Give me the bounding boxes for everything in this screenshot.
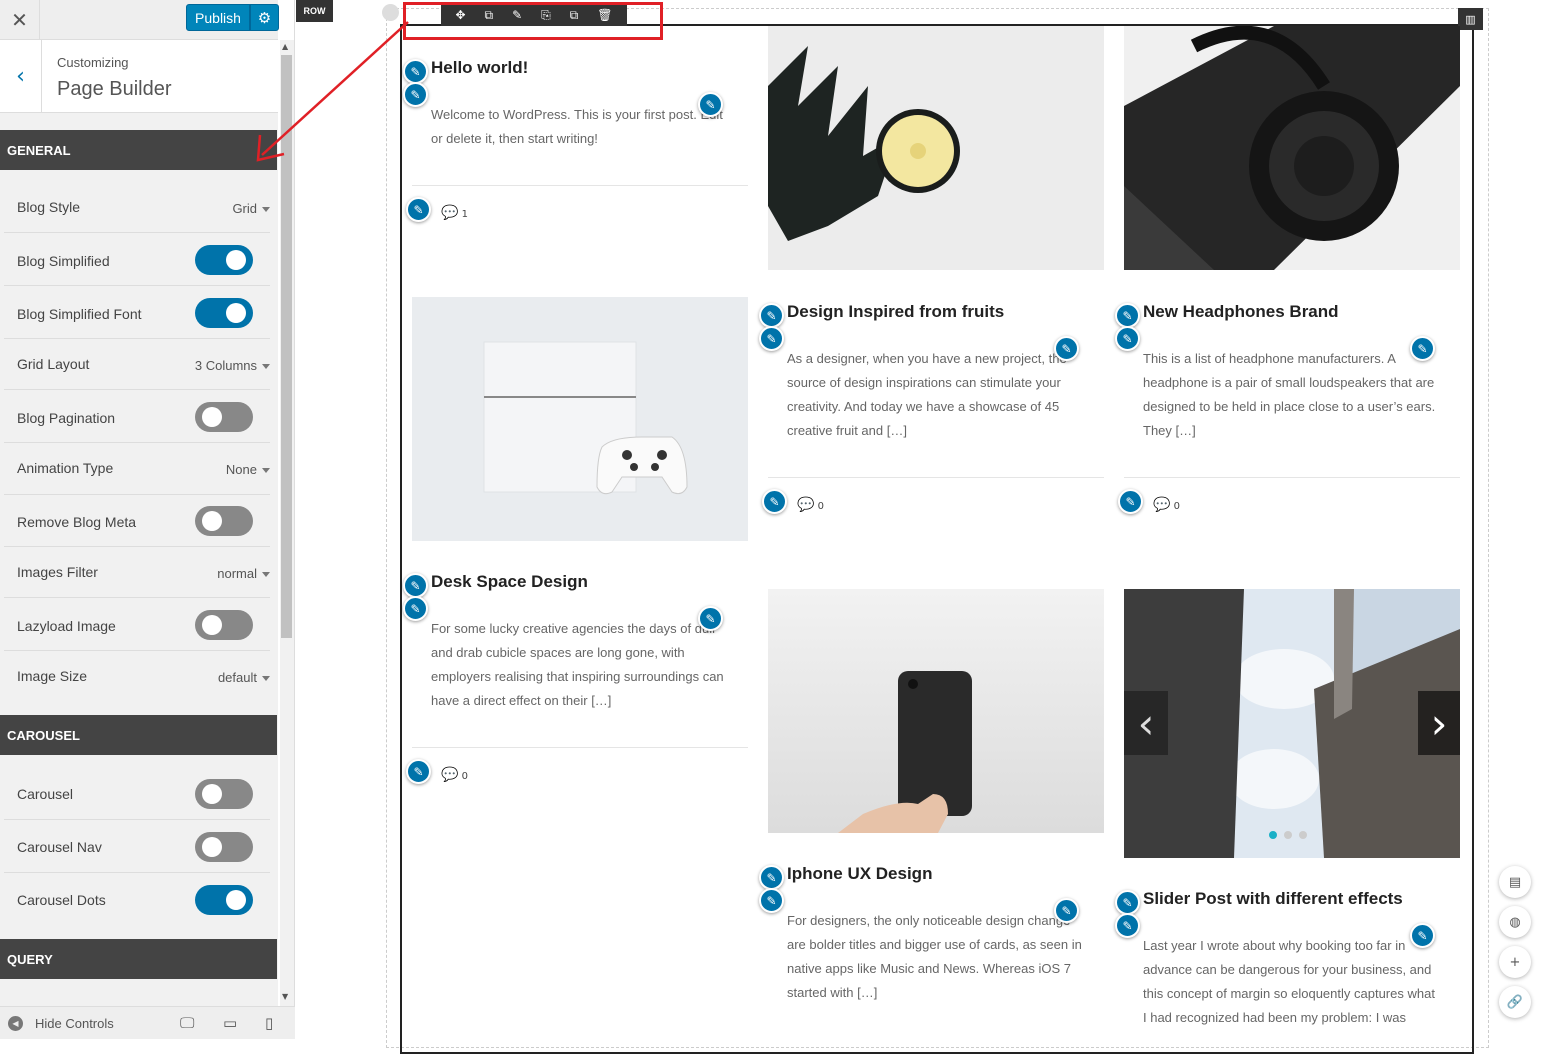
edit-excerpt-icon[interactable]: ✎: [1115, 913, 1140, 938]
add-icon[interactable]: +: [1499, 946, 1531, 978]
slider-dot-active[interactable]: [1269, 831, 1277, 839]
post-excerpt: Welcome to WordPress. This is your first…: [431, 107, 723, 146]
edit-title-icon[interactable]: ✎: [759, 303, 784, 328]
divider: [412, 185, 748, 186]
edit-meta-icon[interactable]: ✎: [762, 489, 787, 514]
slider-dot[interactable]: [1284, 831, 1292, 839]
edit-title-icon[interactable]: ✎: [403, 573, 428, 598]
edit-text-icon[interactable]: ✎: [1054, 336, 1079, 361]
post-thumbnail-headphones[interactable]: [1124, 26, 1460, 270]
post-title[interactable]: Iphone UX Design: [787, 864, 932, 884]
edit-title-icon[interactable]: ✎: [759, 865, 784, 890]
comment-icon: 💬: [441, 767, 459, 783]
divider: [1124, 477, 1460, 478]
comment-icon: 💬: [797, 497, 815, 513]
edit-meta-icon[interactable]: ✎: [406, 197, 431, 222]
edit-text-icon[interactable]: ✎: [1410, 923, 1435, 948]
globe-icon[interactable]: ◍: [1499, 906, 1531, 938]
slider-prev-icon[interactable]: ‹: [1124, 691, 1168, 755]
comment-count[interactable]: 💬 1: [441, 205, 468, 221]
post-excerpt: Last year I wrote about why booking too …: [1143, 938, 1435, 1025]
comment-count[interactable]: 💬 0: [797, 497, 824, 513]
divider: [412, 747, 748, 748]
edit-title-icon[interactable]: ✎: [1115, 303, 1140, 328]
post-slider-buildings[interactable]: ‹ ›: [1124, 589, 1460, 858]
edit-title-icon[interactable]: ✎: [403, 59, 428, 84]
edit-excerpt-icon[interactable]: ✎: [1115, 326, 1140, 351]
post-excerpt: As a designer, when you have a new proje…: [787, 351, 1067, 438]
edit-meta-icon[interactable]: ✎: [406, 759, 431, 784]
comment-count[interactable]: 💬 0: [1153, 497, 1180, 513]
slider-next-icon[interactable]: ›: [1418, 691, 1460, 755]
edit-excerpt-icon[interactable]: ✎: [403, 596, 428, 621]
edit-excerpt-icon[interactable]: ✎: [759, 326, 784, 351]
comment-icon: 💬: [1153, 497, 1171, 513]
post-excerpt: For some lucky creative agencies the day…: [431, 621, 724, 708]
divider: [768, 477, 1104, 478]
post-title[interactable]: Hello world!: [431, 58, 528, 78]
post-title[interactable]: Slider Post with different effects: [1143, 889, 1403, 909]
comment-icon: 💬: [441, 205, 459, 221]
edit-meta-icon[interactable]: ✎: [1118, 489, 1143, 514]
post-excerpt: For designers, the only noticeable desig…: [787, 913, 1082, 1000]
edit-text-icon[interactable]: ✎: [698, 92, 723, 117]
link-icon[interactable]: 🔗: [1499, 986, 1531, 1018]
post-title[interactable]: Desk Space Design: [431, 572, 588, 592]
edit-text-icon[interactable]: ✎: [1054, 898, 1079, 923]
post-thumbnail-pineapple[interactable]: [768, 26, 1104, 270]
post-excerpt: This is a list of headphone manufacturer…: [1143, 351, 1436, 438]
post-title[interactable]: New Headphones Brand: [1143, 302, 1339, 322]
edit-excerpt-icon[interactable]: ✎: [759, 888, 784, 913]
edit-title-icon[interactable]: ✎: [1115, 890, 1140, 915]
post-thumbnail-console[interactable]: [412, 297, 748, 541]
edit-text-icon[interactable]: ✎: [698, 606, 723, 631]
page-icon[interactable]: ▤: [1499, 866, 1531, 898]
post-title[interactable]: Design Inspired from fruits: [787, 302, 1004, 322]
edit-text-icon[interactable]: ✎: [1410, 336, 1435, 361]
edit-excerpt-icon[interactable]: ✎: [403, 82, 428, 107]
comment-count[interactable]: 💬 0: [441, 767, 468, 783]
post-thumbnail-phone[interactable]: [768, 589, 1104, 833]
slider-dot[interactable]: [1299, 831, 1307, 839]
